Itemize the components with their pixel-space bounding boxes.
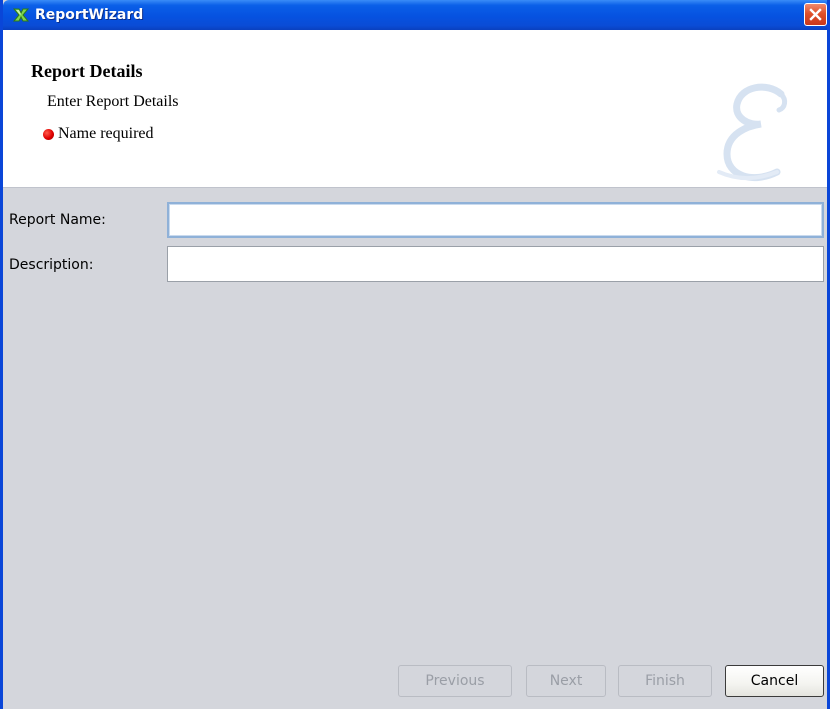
validation-message: Name required xyxy=(43,125,154,143)
report-wizard-window: ReportWizard Report Details Enter Report… xyxy=(0,0,830,709)
report-name-label: Report Name: xyxy=(9,212,106,228)
close-button[interactable] xyxy=(804,3,827,26)
page-subtitle: Enter Report Details xyxy=(47,93,179,110)
previous-button[interactable]: Previous xyxy=(398,665,512,697)
close-icon xyxy=(809,8,822,21)
description-label: Description: xyxy=(9,257,94,273)
next-button[interactable]: Next xyxy=(526,665,606,697)
report-name-input[interactable] xyxy=(167,202,824,238)
description-input[interactable] xyxy=(167,246,824,282)
finish-button[interactable]: Finish xyxy=(618,665,712,697)
script-e-watermark-icon xyxy=(717,83,788,182)
window-title: ReportWizard xyxy=(35,7,144,23)
validation-message-text: Name required xyxy=(58,125,154,142)
page-title: Report Details xyxy=(31,61,143,81)
header-divider xyxy=(3,187,827,188)
title-bar[interactable]: ReportWizard xyxy=(3,0,827,30)
cancel-button[interactable]: Cancel xyxy=(725,665,824,697)
wizard-app-icon xyxy=(12,6,30,24)
red-dot-error-icon xyxy=(43,128,54,140)
